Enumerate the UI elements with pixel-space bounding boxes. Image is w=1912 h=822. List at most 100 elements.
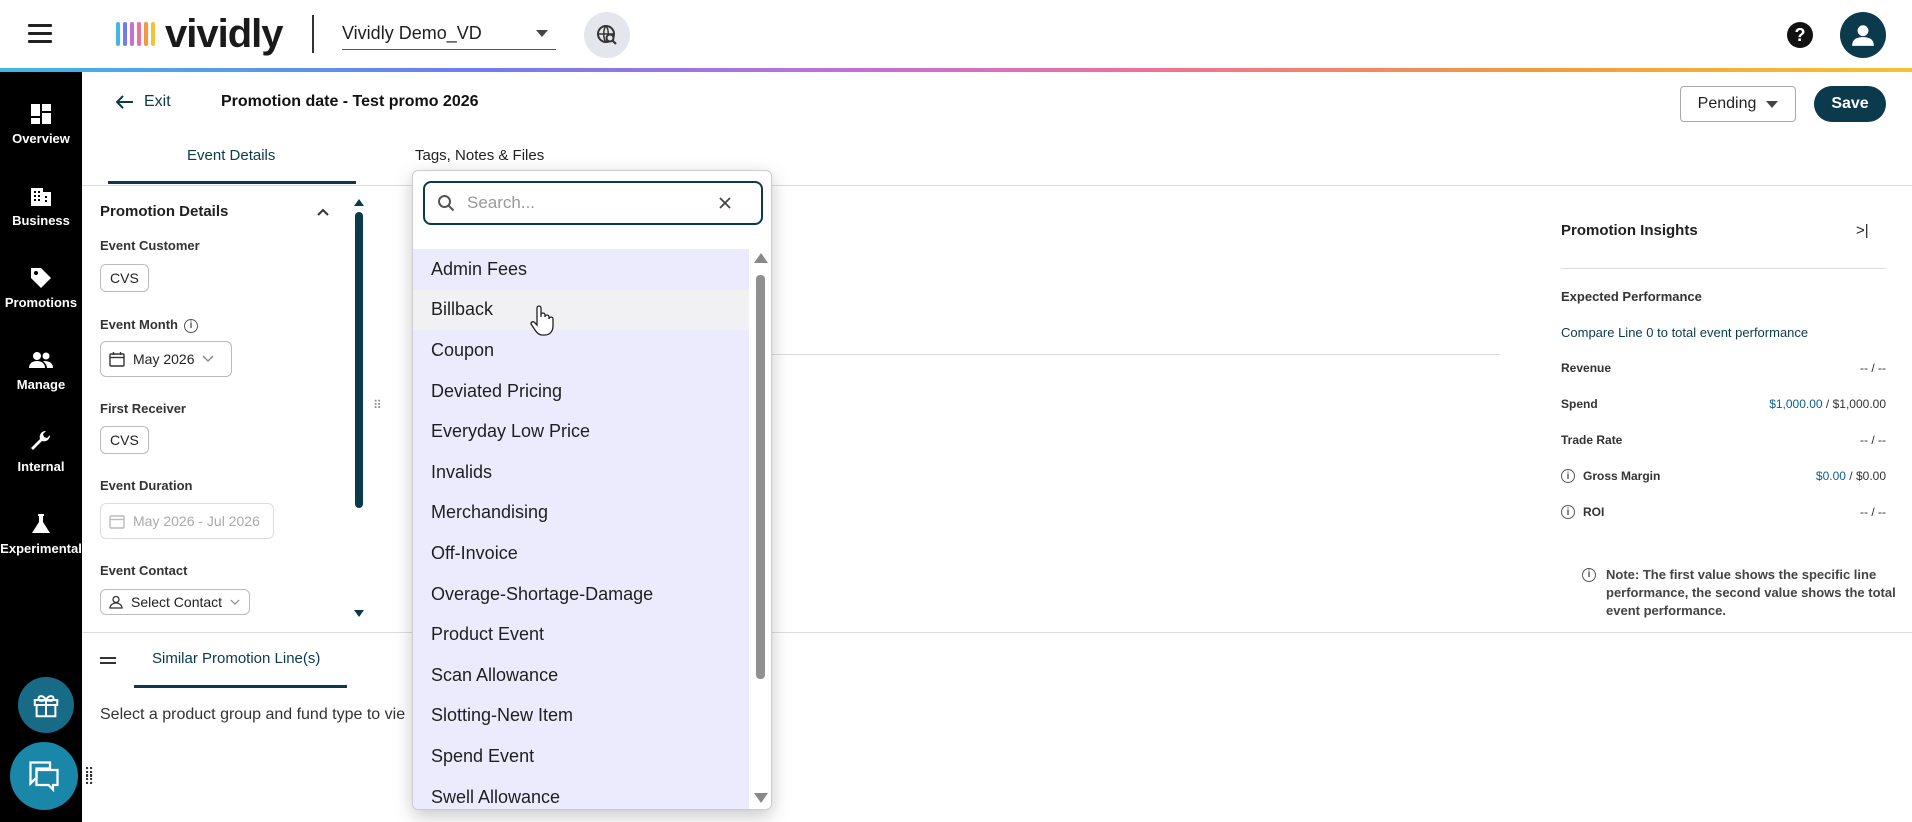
help-icon: ? (1794, 24, 1806, 45)
dropdown-scroll-up-arrow[interactable] (754, 253, 768, 263)
fund-type-dropdown: Admin FeesBillbackCouponDeviated Pricing… (412, 170, 772, 810)
dropdown-scrollbar-thumb[interactable] (756, 275, 765, 679)
global-search-button[interactable] (584, 12, 630, 58)
chevron-down-icon (536, 30, 548, 37)
tab-tags-notes-files[interactable]: Tags, Notes & Files (415, 147, 544, 164)
chat-button[interactable] (10, 742, 78, 810)
organization-select[interactable]: Vividly Demo_VD (342, 18, 556, 50)
hamburger-menu-icon[interactable] (28, 24, 52, 44)
tabs-divider (82, 185, 1912, 186)
dropdown-option[interactable]: Merchandising (413, 493, 749, 534)
metric-label: ROI (1583, 505, 1605, 519)
info-icon[interactable]: i (184, 318, 198, 333)
arrow-left-icon (116, 95, 133, 109)
whats-new-button[interactable] (18, 677, 74, 733)
event-contact-select[interactable]: Select Contact (100, 589, 250, 615)
metric-row-spend: Spend $1,000.00 / $1,000.00 (1561, 397, 1886, 411)
wrench-icon (31, 430, 51, 450)
dropdown-option[interactable]: Billback (413, 289, 749, 331)
search-icon (438, 195, 455, 212)
event-month-picker[interactable]: May 2026 (100, 341, 232, 377)
panel-scrollbar[interactable] (355, 212, 363, 508)
status-dropdown[interactable]: Pending (1680, 86, 1796, 122)
first-receiver-chip: CVS (100, 426, 149, 454)
user-avatar-button[interactable] (1840, 12, 1886, 58)
dropdown-option[interactable]: Off-Invoice (413, 533, 749, 574)
event-customer-label: Event Customer (100, 238, 200, 253)
panel-scroll-up-arrow[interactable] (354, 199, 364, 206)
metric-row-gross-margin: i Gross Margin $0.00 / $0.00 (1561, 469, 1886, 483)
event-month-label-text: Event Month (100, 317, 178, 332)
event-duration-picker: May 2026 - Jul 2026 (100, 503, 274, 539)
help-button[interactable]: ? (1787, 22, 1813, 48)
active-tab-indicator (108, 181, 356, 184)
metric-line-value: -- (1859, 433, 1868, 447)
metric-total-value: $1,000.00 (1832, 397, 1886, 411)
dropdown-option[interactable]: Invalids (413, 452, 749, 493)
panel-resize-handle-icon[interactable]: ⠿ (373, 399, 382, 411)
logo-text: vividly (165, 11, 284, 56)
performance-note-text: Note: The first value shows the specific… (1606, 567, 1896, 618)
dropdown-option[interactable]: Deviated Pricing (413, 371, 749, 412)
panel-scroll-down-arrow[interactable] (354, 610, 364, 617)
page-title: Promotion date - Test promo 2026 (221, 93, 479, 110)
bottom-panel-resize-icon[interactable] (100, 657, 116, 665)
bottom-section-divider (82, 632, 1912, 633)
nav-item-experimental[interactable]: Experimental (0, 512, 82, 558)
tab-similar-promotion-lines[interactable]: Similar Promotion Line(s) (152, 650, 320, 667)
dropdown-option[interactable]: Spend Event (413, 736, 749, 777)
globe-search-icon (597, 25, 617, 45)
metric-row-revenue: Revenue -- / -- (1561, 361, 1886, 375)
organization-name: Vividly Demo_VD (342, 23, 482, 43)
save-button[interactable]: Save (1814, 86, 1886, 122)
metric-total-value: -- (1878, 505, 1886, 519)
tab-event-details[interactable]: Event Details (187, 147, 275, 164)
logo-divider (312, 15, 314, 53)
collapse-panel-icon[interactable]: >| (1856, 222, 1869, 239)
dropdown-option[interactable]: Coupon (413, 330, 749, 371)
dropdown-option[interactable]: Slotting-New Item (413, 696, 749, 737)
nav-item-manage[interactable]: Manage (0, 348, 82, 394)
dropdown-option[interactable]: Overage-Shortage-Damage (413, 574, 749, 615)
search-input[interactable] (467, 193, 707, 213)
clear-icon[interactable] (719, 197, 731, 209)
dropdown-option[interactable]: Scan Allowance (413, 655, 749, 696)
info-icon[interactable]: i (1561, 505, 1575, 519)
dropdown-scroll-down-arrow[interactable] (754, 793, 768, 803)
drag-handle-icon[interactable]: ⠿ ⠿ (84, 766, 94, 787)
promotion-details-title: Promotion Details (100, 203, 229, 220)
nav-item-internal[interactable]: Internal (0, 430, 82, 476)
dropdown-option[interactable]: Everyday Low Price (413, 411, 749, 452)
brand-gradient-bar (0, 68, 1912, 72)
nav-item-overview[interactable]: Overview (0, 102, 82, 148)
metric-label: Revenue (1561, 361, 1612, 375)
chevron-down-icon (230, 599, 240, 605)
chevron-up-icon[interactable] (316, 205, 330, 219)
exit-link[interactable]: Exit (116, 93, 171, 111)
first-receiver-label: First Receiver (100, 401, 186, 416)
metric-row-trade-rate: Trade Rate -- / -- (1561, 433, 1886, 447)
caret-down-icon (1766, 100, 1779, 108)
building-icon (31, 188, 51, 206)
promotion-insights-title: Promotion Insights (1561, 222, 1698, 239)
metric-total-value: -- (1878, 433, 1886, 447)
logo-bars-icon (116, 22, 155, 46)
metric-label: Gross Margin (1583, 469, 1661, 483)
chat-bubbles-icon (29, 761, 59, 793)
dropdown-option[interactable]: Admin Fees (413, 249, 749, 290)
dropdown-option[interactable]: Swell Allowance (413, 777, 749, 809)
metric-label: Spend (1561, 397, 1598, 411)
dropdown-search[interactable] (423, 181, 763, 225)
calendar-icon (109, 352, 125, 367)
info-icon[interactable]: i (1561, 469, 1575, 483)
nav-item-business[interactable]: Business (0, 184, 82, 230)
dropdown-option[interactable]: Product Event (413, 614, 749, 655)
performance-note: i Note: The first value shows the specif… (1582, 566, 1902, 620)
info-icon: i (1582, 568, 1596, 582)
similar-lines-message: Select a product group and fund type to … (100, 706, 406, 723)
nav-label-business: Business (12, 213, 70, 228)
nav-item-promotions[interactable]: Promotions (0, 266, 82, 312)
vividly-logo[interactable]: vividly (116, 11, 284, 56)
left-navigation: Overview Business Promotions Manage Inte… (0, 72, 82, 822)
overview-grid-icon (31, 104, 51, 124)
